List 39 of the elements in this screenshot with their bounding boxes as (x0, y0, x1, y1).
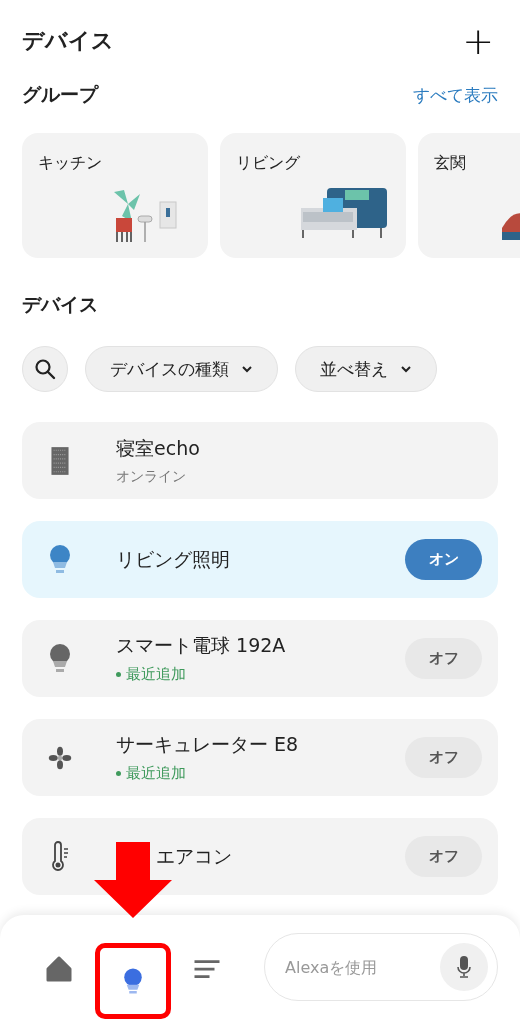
search-icon (33, 357, 57, 381)
filter-dropdown[interactable]: デバイスの種類 (85, 346, 278, 392)
status-dot (116, 672, 121, 677)
bulb-icon (48, 642, 72, 675)
device-name: 寝室echo (116, 435, 201, 461)
filter-dropdown[interactable]: 並べ替え (295, 346, 437, 392)
device-name: サーキュレーター E8 (116, 732, 300, 757)
device-card[interactable]: スマート電球 192A 最近追加 オフ (22, 620, 498, 697)
add-button[interactable]: + (458, 22, 498, 60)
device-name: エアコン (156, 843, 233, 869)
shoe-drawing (502, 210, 520, 240)
power-toggle[interactable]: オフ (405, 836, 482, 877)
device-card[interactable]: 寝室echo オンライン (22, 422, 498, 499)
device-card[interactable]: サーキュレーター E8 最近追加 オフ (22, 719, 498, 796)
device-status: 最近追加 (126, 665, 186, 684)
speaker-icon (48, 444, 72, 477)
section-title: グループ (22, 82, 98, 107)
device-card[interactable]: リビング照明 オン (22, 521, 498, 598)
status-dot (116, 771, 121, 776)
power-toggle[interactable]: オン (405, 539, 482, 580)
see-all-link[interactable]: すべて表示 (413, 83, 498, 107)
power-toggle[interactable]: オフ (405, 638, 482, 679)
chevron-down-icon (241, 365, 253, 373)
search-button[interactable] (22, 346, 68, 392)
section-title: デバイス (22, 292, 98, 317)
device-name: リビング照明 (116, 546, 231, 572)
device-status: オンライン (116, 467, 186, 486)
chevron-down-icon (400, 365, 412, 373)
group-card[interactable]: キッチン (22, 133, 208, 258)
power-toggle[interactable]: オフ (405, 737, 482, 778)
group-card[interactable]: 玄関 (418, 133, 520, 258)
device-status: 最近追加 (126, 764, 186, 783)
device-card[interactable]: エアコン オフ (22, 818, 498, 895)
nav-tab[interactable] (95, 943, 171, 1019)
microphone-icon (456, 955, 472, 979)
page-title: デバイス (22, 27, 114, 55)
bulb-icon (48, 543, 72, 576)
group-card[interactable]: リビング (220, 133, 406, 258)
device-name: スマート電球 192A (116, 633, 287, 658)
